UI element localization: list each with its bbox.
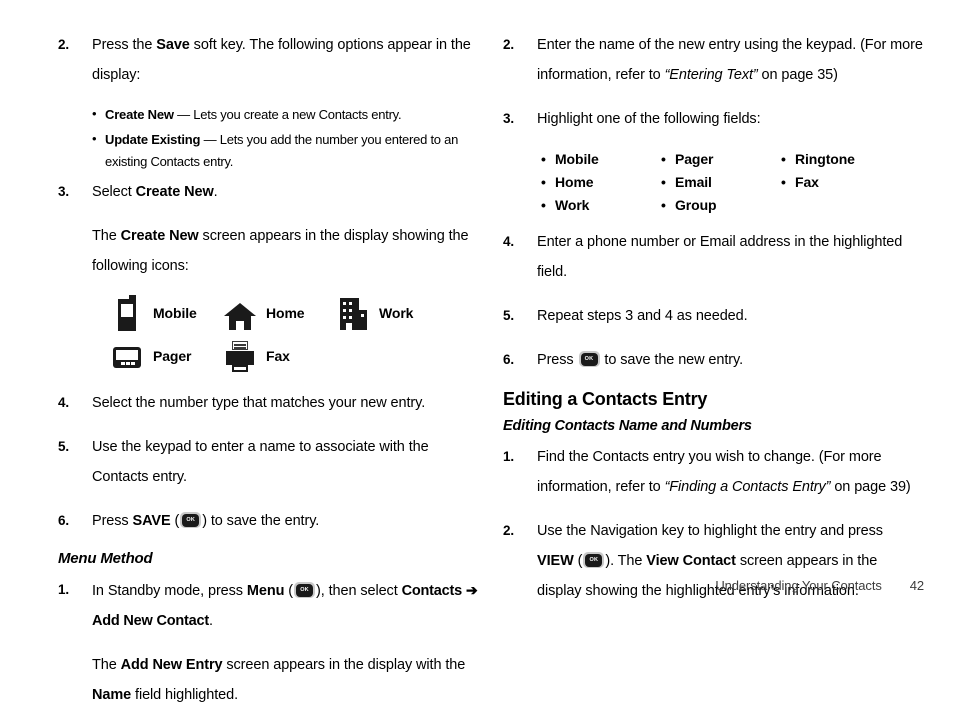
step-number: 5. — [503, 308, 515, 323]
step-number: 2. — [503, 37, 515, 52]
fax-machine-icon — [223, 338, 257, 374]
step-item: 2. Enter the name of the new entry using… — [503, 30, 923, 90]
field-column: Mobile Home Work — [541, 148, 661, 217]
list-item: Work — [541, 194, 661, 217]
pager-icon — [110, 338, 144, 374]
step-item: 4. Select the number type that matches y… — [58, 388, 478, 418]
icon-label: Mobile — [153, 305, 197, 321]
option-dash: — — [173, 107, 194, 122]
step-number: 3. — [58, 184, 70, 199]
icon-cell-pager: Pager — [110, 338, 223, 374]
step-number: 5. — [58, 439, 70, 454]
section-heading: Editing a Contacts Entry — [503, 389, 708, 409]
house-icon — [223, 295, 257, 331]
step-number: 4. — [58, 395, 70, 410]
list-item: Home — [541, 171, 661, 194]
step-text: Find the Contacts entry you wish to chan… — [537, 449, 911, 495]
step-continuation: The Add New Entry screen appears in the … — [92, 657, 466, 703]
option-desc: Lets you create a new Contacts entry. — [193, 107, 402, 122]
options-list: Create New — Lets you create a new Conta… — [58, 103, 478, 173]
ok-key-icon: OK — [578, 351, 600, 367]
step-text: Press SAVE (OK) to save the entry. — [92, 512, 320, 529]
icon-cell-fax: Fax — [223, 338, 336, 374]
step-item: 6. Press SAVE (OK) to save the entry. — [58, 506, 478, 536]
contact-type-icon-grid: Mobile Home Work Pager Fax — [58, 295, 478, 374]
footer-section-title: Understanding Your Contacts — [715, 578, 882, 593]
icon-label: Home — [266, 305, 305, 321]
list-item: Create New — Lets you create a new Conta… — [92, 103, 478, 126]
subsection-heading: Editing Contacts Name and Numbers — [503, 418, 752, 434]
step-number: 4. — [503, 234, 515, 249]
list-item: Group — [661, 194, 781, 217]
inline-bold: VIEW — [537, 553, 574, 569]
option-term: Update Existing — [105, 132, 201, 147]
step-item: 3. Highlight one of the following fields… — [503, 104, 923, 134]
step-text: Select Create New. — [92, 184, 218, 200]
list-item: Pager — [661, 148, 781, 171]
step-text: Repeat steps 3 and 4 as needed. — [537, 308, 748, 324]
ok-key-icon: OK — [180, 512, 202, 528]
step-item: 5. Repeat steps 3 and 4 as needed. — [503, 301, 923, 331]
step-text: Enter the name of the new entry using th… — [537, 37, 923, 83]
step-text: Use the keypad to enter a name to associ… — [92, 439, 429, 485]
inline-bold: Create New — [135, 184, 214, 200]
left-column: 2. Press the Save soft key. The followin… — [58, 30, 478, 724]
inline-bold: Add New Contact — [92, 613, 210, 629]
step-item: 5. Use the keypad to enter a name to ass… — [58, 432, 478, 492]
icon-row: Pager Fax — [110, 338, 478, 374]
menu-method-heading: Menu Method — [58, 550, 153, 567]
list-item: Mobile — [541, 148, 661, 171]
list-item: Fax — [781, 171, 901, 194]
step-item: 6. Press OK to save the new entry. — [503, 345, 923, 375]
icon-row: Mobile Home Work — [110, 295, 478, 331]
right-column: 2. Enter the name of the new entry using… — [503, 30, 923, 620]
field-column: Pager Email Group — [661, 148, 781, 217]
inline-bold: Add New Entry — [120, 657, 223, 673]
icon-label: Pager — [153, 348, 192, 364]
step-item: 2. Press the Save soft key. The followin… — [58, 30, 478, 90]
inline-bold: Save — [156, 37, 190, 53]
option-term: Create New — [105, 107, 174, 122]
icon-label: Fax — [266, 348, 290, 364]
icon-cell-home: Home — [223, 295, 336, 331]
cross-reference: “Finding a Contacts Entry” — [664, 479, 831, 495]
step-number: 3. — [503, 111, 515, 126]
ok-key-icon: OK — [583, 552, 605, 568]
icon-cell-mobile: Mobile — [110, 295, 223, 331]
inline-bold: View Contact — [646, 553, 736, 569]
step-text: Press OK to save the new entry. — [537, 351, 744, 368]
step-number: 2. — [58, 37, 70, 52]
step-text: Select the number type that matches your… — [92, 395, 426, 411]
document-page: 2. Press the Save soft key. The followin… — [0, 0, 954, 703]
step-continuation: The Create New screen appears in the dis… — [92, 228, 469, 274]
mobile-phone-icon — [110, 295, 144, 331]
list-item: Ringtone — [781, 148, 901, 171]
option-dash: — — [200, 132, 220, 147]
step-item: 1. Find the Contacts entry you wish to c… — [503, 442, 923, 502]
step-text: Enter a phone number or Email address in… — [537, 234, 903, 280]
field-column: Ringtone Fax — [781, 148, 901, 217]
cross-reference: “Entering Text” — [664, 67, 758, 83]
step-item: 4. Enter a phone number or Email address… — [503, 227, 923, 287]
field-options-grid: Mobile Home Work Pager Email Group Ringt… — [503, 148, 923, 217]
list-item: Update Existing — Lets you add the numbe… — [92, 128, 478, 173]
step-number: 6. — [503, 352, 515, 367]
step-number: 2. — [503, 523, 515, 538]
step-number: 1. — [503, 449, 515, 464]
step-text: Highlight one of the following fields: — [537, 111, 761, 127]
inline-bold: Name — [92, 687, 132, 703]
page-footer: Understanding Your Contacts 42 — [0, 578, 954, 593]
list-item: Email — [661, 171, 781, 194]
inline-bold: Create New — [120, 228, 199, 244]
step-number: 6. — [58, 513, 70, 528]
inline-bold: SAVE — [132, 513, 171, 529]
step-text: Press the Save soft key. The following o… — [92, 37, 471, 83]
icon-cell-work: Work — [336, 295, 449, 331]
icon-label: Work — [379, 305, 414, 321]
page-number: 42 — [909, 578, 924, 593]
step-item: 3. Select Create New. — [58, 177, 478, 207]
office-building-icon — [336, 295, 370, 331]
